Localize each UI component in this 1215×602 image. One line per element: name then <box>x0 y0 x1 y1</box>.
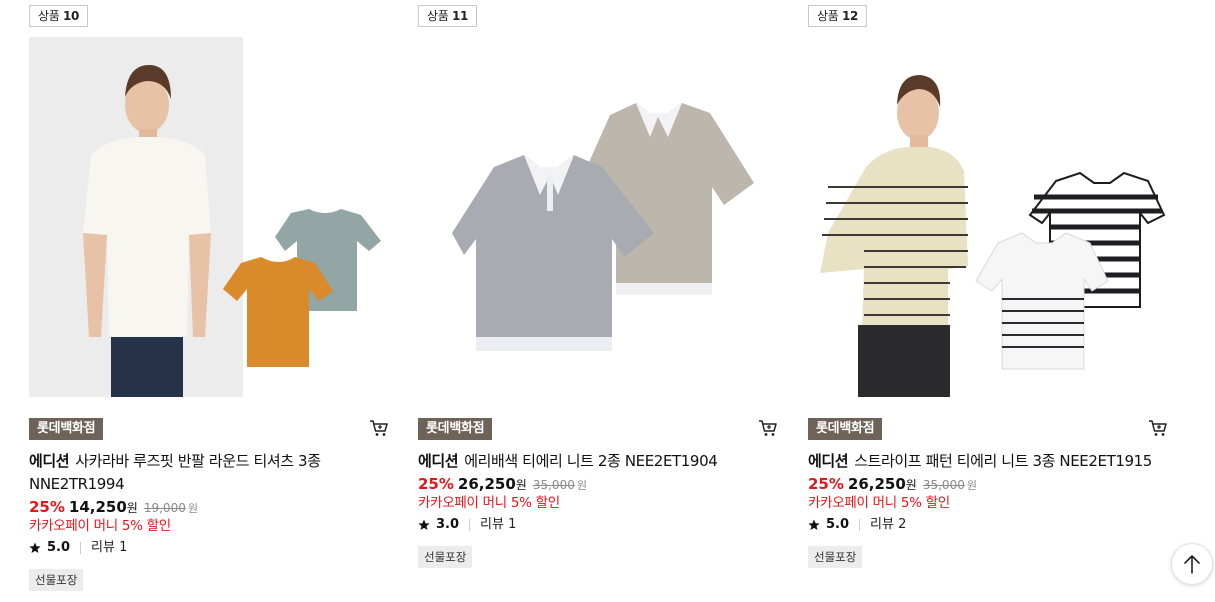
sale-price: 26,250 <box>457 475 516 493</box>
cart-icon[interactable] <box>369 418 389 438</box>
star-icon <box>29 542 41 553</box>
rating-score: 5.0 <box>47 540 71 555</box>
price-row: 25% 26,250원 35,000 원 <box>808 474 977 496</box>
price-unit: 원 <box>515 478 527 492</box>
star-icon <box>418 519 430 530</box>
divider <box>469 519 471 531</box>
gift-wrap-tag: 선물포장 <box>29 569 84 591</box>
review-count[interactable]: 리뷰 1 <box>480 516 516 534</box>
gift-wrap-tag: 선물포장 <box>418 546 473 568</box>
original-price-unit: 원 <box>576 479 587 492</box>
product-name: 에리배색 티에리 니트 2종 NEE2ET1904 <box>464 452 718 470</box>
store-tag: 롯데백화점 <box>29 418 104 440</box>
divider <box>80 542 82 554</box>
price-row: 25% 14,250원 19,000 원 <box>29 497 198 519</box>
brand-name: 에디션 <box>29 452 70 470</box>
price-unit: 원 <box>126 501 138 515</box>
promo-text: 카카오페이 머니 5% 할인 <box>29 518 171 534</box>
promo-text: 카카오페이 머니 5% 할인 <box>418 495 560 511</box>
product-image[interactable] <box>808 37 1168 397</box>
product-name: 사카라바 루즈핏 반팔 라운드 티셔츠 3종 NNE2TR1994 <box>29 452 321 493</box>
original-price: 19,000 <box>143 501 186 515</box>
promo-text: 카카오페이 머니 5% 할인 <box>808 495 950 511</box>
brand-name: 에디션 <box>418 452 459 470</box>
rating-row: 3.0 리뷰 1 <box>418 516 516 534</box>
sale-price: 26,250 <box>847 475 906 493</box>
original-price: 35,000 <box>532 478 575 492</box>
divider <box>859 519 861 531</box>
gift-wrap-tag: 선물포장 <box>808 546 863 568</box>
rating-score: 5.0 <box>826 517 850 532</box>
star-icon <box>808 519 820 530</box>
product-title[interactable]: 에디션 에리배색 티에리 니트 2종 NEE2ET1904 <box>418 450 778 473</box>
discount-rate: 25% <box>808 475 844 493</box>
scroll-top-button[interactable] <box>1171 543 1213 585</box>
review-count[interactable]: 리뷰 1 <box>91 539 127 557</box>
product-number-badge: 상품 12 <box>808 5 868 27</box>
cart-icon[interactable] <box>1148 418 1168 438</box>
rating-row: 5.0 리뷰 1 <box>29 539 127 557</box>
original-price-unit: 원 <box>187 502 198 515</box>
discount-rate: 25% <box>418 475 454 493</box>
product-title[interactable]: 에디션 스트라이프 패턴 티에리 니트 3종 NEE2ET1915 <box>808 450 1168 473</box>
cart-icon[interactable] <box>758 418 778 438</box>
arrow-up-icon <box>1184 555 1200 574</box>
brand-name: 에디션 <box>808 452 849 470</box>
price-row: 25% 26,250원 35,000 원 <box>418 474 587 496</box>
rating-score: 3.0 <box>436 517 460 532</box>
product-name: 스트라이프 패턴 티에리 니트 3종 NEE2ET1915 <box>854 452 1152 470</box>
product-number-badge: 상품 11 <box>418 5 478 27</box>
product-number-badge: 상품 10 <box>29 5 89 27</box>
store-tag: 롯데백화점 <box>418 418 493 440</box>
product-image[interactable] <box>29 37 389 397</box>
product-title[interactable]: 에디션 사카라바 루즈핏 반팔 라운드 티셔츠 3종 NNE2TR1994 <box>29 450 389 496</box>
sale-price: 14,250 <box>68 498 127 516</box>
store-tag: 롯데백화점 <box>808 418 883 440</box>
discount-rate: 25% <box>29 498 65 516</box>
rating-row: 5.0 리뷰 2 <box>808 516 906 534</box>
original-price-unit: 원 <box>966 479 977 492</box>
price-unit: 원 <box>905 478 917 492</box>
product-image[interactable] <box>418 37 778 397</box>
review-count[interactable]: 리뷰 2 <box>870 516 906 534</box>
original-price: 35,000 <box>922 478 965 492</box>
